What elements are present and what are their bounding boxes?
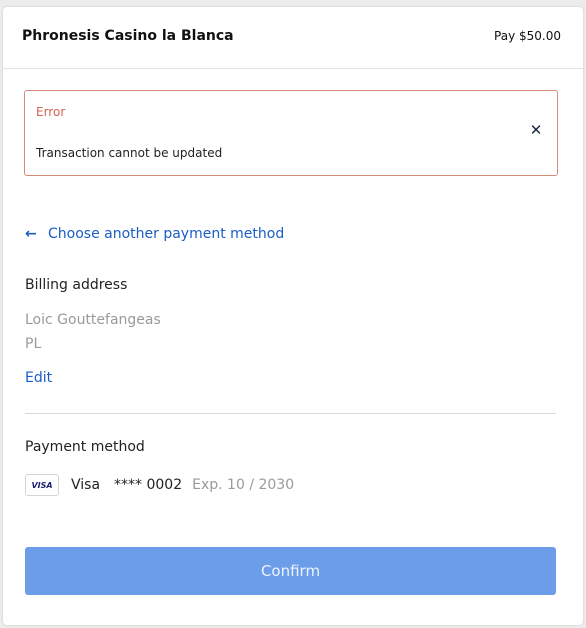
confirm-button[interactable]: Confirm	[25, 547, 556, 595]
back-link-label: Choose another payment method	[48, 226, 285, 242]
card-expiry: Exp. 10 / 2030	[192, 477, 295, 493]
section-divider	[25, 413, 556, 414]
error-title: Error	[36, 105, 66, 119]
close-icon[interactable]: ✕	[528, 122, 544, 138]
choose-another-payment-method-link[interactable]: ← Choose another payment method	[25, 226, 284, 242]
error-message: Transaction cannot be updated	[36, 146, 223, 160]
error-alert: Error Transaction cannot be updated ✕	[24, 90, 558, 176]
arrow-left-icon: ←	[25, 226, 37, 242]
edit-billing-link[interactable]: Edit	[25, 370, 52, 386]
card-brand: Visa	[71, 477, 101, 493]
payment-method-heading: Payment method	[25, 439, 145, 455]
payment-amount: Pay $50.00	[494, 29, 561, 43]
merchant-name: Phronesis Casino la Blanca	[22, 28, 234, 44]
billing-name: Loic Gouttefangeas	[25, 312, 161, 328]
visa-logo-icon: VISA	[25, 474, 59, 496]
checkout-header: Phronesis Casino la Blanca Pay $50.00	[3, 7, 583, 69]
billing-address-heading: Billing address	[25, 277, 128, 293]
checkout-card: Phronesis Casino la Blanca Pay $50.00 Er…	[3, 7, 583, 625]
billing-country: PL	[25, 336, 42, 352]
card-number: **** 0002	[114, 477, 183, 493]
saved-card: VISA Visa **** 0002 Exp. 10 / 2030	[25, 473, 294, 497]
